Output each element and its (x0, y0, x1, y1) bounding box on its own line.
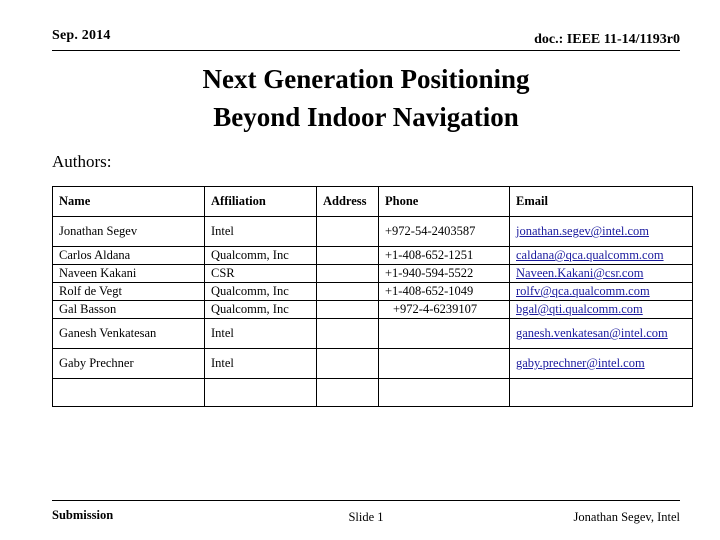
slide: Sep. 2014 doc.: IEEE 11-14/1193r0 Next G… (0, 0, 720, 540)
cell-email: gaby.prechner@intel.com (509, 348, 693, 379)
table-row: Carlos Aldana Qualcomm, Inc +1-408-652-1… (52, 246, 693, 265)
cell-address (316, 318, 379, 349)
cell-affiliation (204, 378, 317, 407)
cell-phone: +972-54-2403587 (378, 216, 510, 247)
cell-name: Gaby Prechner (52, 348, 205, 379)
cell-address (316, 378, 379, 407)
cell-affiliation: Intel (204, 216, 317, 247)
authors-label: Authors: (52, 152, 112, 171)
cell-affiliation: Intel (204, 348, 317, 379)
header-document-number: doc.: IEEE 11-14/1193r0 (534, 32, 680, 47)
table-row (52, 378, 693, 407)
cell-email: Naveen.Kakani@csr.com (509, 264, 693, 283)
cell-name: Rolf de Vegt (52, 282, 205, 301)
footer-author: Jonathan Segev, Intel (573, 510, 680, 524)
cell-name: Ganesh Venkatesan (52, 318, 205, 349)
cell-address (316, 246, 379, 265)
email-link[interactable]: jonathan.segev@intel.com (516, 224, 649, 238)
cell-email: ganesh.venkatesan@intel.com (509, 318, 693, 349)
cell-phone (378, 348, 510, 379)
cell-affiliation: Intel (204, 318, 317, 349)
cell-email (509, 378, 693, 407)
cell-name: Jonathan Segev (52, 216, 205, 247)
cell-affiliation: Qualcomm, Inc (204, 300, 317, 319)
email-link[interactable]: gaby.prechner@intel.com (516, 356, 645, 370)
cell-name (52, 378, 205, 407)
slide-footer: Submission Slide 1 Jonathan Segev, Intel (52, 508, 680, 526)
title-line-2: Beyond Indoor Navigation (213, 102, 519, 132)
table-row: Gal Basson Qualcomm, Inc +972-4-6239107 … (52, 300, 693, 319)
cell-phone: +972-4-6239107 (378, 300, 510, 319)
cell-email: caldana@qca.qualcomm.com (509, 246, 693, 265)
column-header-address: Address (316, 186, 379, 217)
column-header-phone: Phone (378, 186, 510, 217)
cell-affiliation: Qualcomm, Inc (204, 246, 317, 265)
cell-affiliation: CSR (204, 264, 317, 283)
cell-phone: +1-940-594-5522 (378, 264, 510, 283)
column-header-affiliation: Affiliation (204, 186, 317, 217)
email-link[interactable]: Naveen.Kakani@csr.com (516, 266, 643, 280)
cell-address (316, 264, 379, 283)
cell-phone (378, 378, 510, 407)
column-header-name: Name (52, 186, 205, 217)
column-header-email: Email (509, 186, 693, 217)
header-date: Sep. 2014 (52, 28, 111, 43)
email-link[interactable]: ganesh.venkatesan@intel.com (516, 326, 668, 340)
cell-affiliation: Qualcomm, Inc (204, 282, 317, 301)
cell-phone: +1-408-652-1049 (378, 282, 510, 301)
cell-email: jonathan.segev@intel.com (509, 216, 693, 247)
table-row: Gaby Prechner Intel gaby.prechner@intel.… (52, 348, 693, 379)
cell-address (316, 282, 379, 301)
email-link[interactable]: rolfv@qca.qualcomm.com (516, 284, 650, 298)
table-header-row: Name Affiliation Address Phone Email (52, 186, 693, 217)
table-row: Rolf de Vegt Qualcomm, Inc +1-408-652-10… (52, 282, 693, 301)
authors-table: Name Affiliation Address Phone Email Jon… (52, 186, 693, 407)
cell-name: Carlos Aldana (52, 246, 205, 265)
cell-email: bgal@qti.qualcomm.com (509, 300, 693, 319)
table-row: Jonathan Segev Intel +972-54-2403587 jon… (52, 216, 693, 247)
table-row: Naveen Kakani CSR +1-940-594-5522 Naveen… (52, 264, 693, 283)
cell-address (316, 216, 379, 247)
email-link[interactable]: caldana@qca.qualcomm.com (516, 248, 664, 262)
cell-address (316, 348, 379, 379)
cell-phone (378, 318, 510, 349)
page-title: Next Generation Positioning Beyond Indoo… (52, 60, 680, 136)
footer-divider (52, 500, 680, 501)
header-divider (52, 50, 680, 51)
slide-header: Sep. 2014 doc.: IEEE 11-14/1193r0 (52, 28, 680, 54)
cell-email: rolfv@qca.qualcomm.com (509, 282, 693, 301)
title-line-1: Next Generation Positioning (202, 64, 530, 94)
table-row: Ganesh Venkatesan Intel ganesh.venkatesa… (52, 318, 693, 349)
cell-address (316, 300, 379, 319)
cell-phone: +1-408-652-1251 (378, 246, 510, 265)
cell-name: Naveen Kakani (52, 264, 205, 283)
cell-name: Gal Basson (52, 300, 205, 319)
email-link[interactable]: bgal@qti.qualcomm.com (516, 302, 643, 316)
